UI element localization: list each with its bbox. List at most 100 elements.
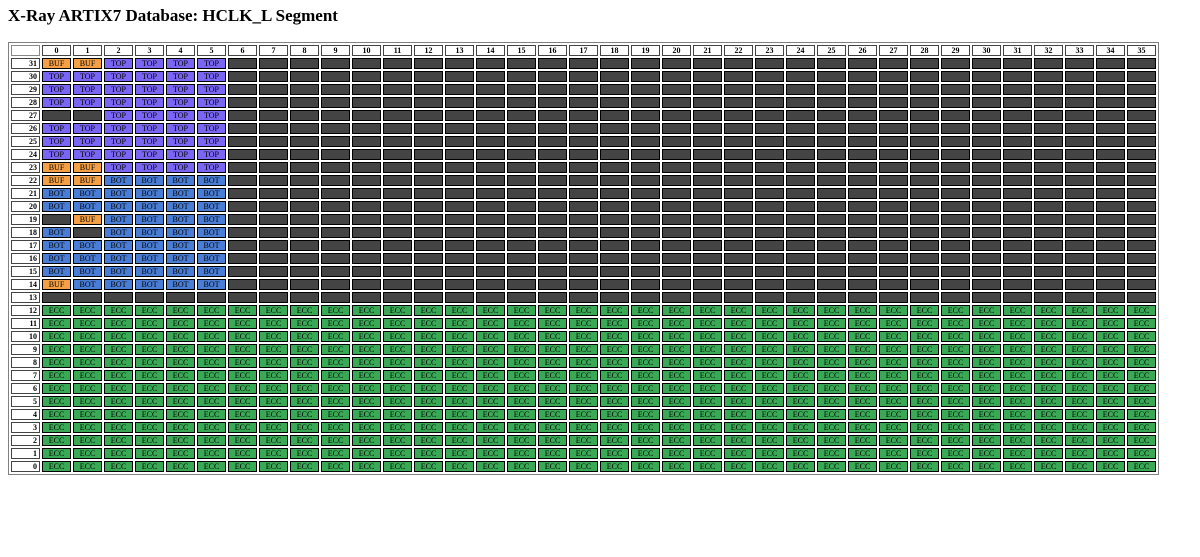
bit-cell-empty[interactable] [693, 201, 722, 212]
bit-cell-ecc[interactable]: ECC [848, 370, 877, 381]
bit-cell-ecc[interactable]: ECC [848, 318, 877, 329]
bit-cell-empty[interactable] [383, 110, 412, 121]
bit-cell-ecc[interactable]: ECC [569, 409, 598, 420]
bit-cell-empty[interactable] [600, 110, 629, 121]
bit-cell-empty[interactable] [352, 71, 381, 82]
bit-cell-ecc[interactable]: ECC [1096, 357, 1125, 368]
bit-cell-ecc[interactable]: ECC [135, 318, 164, 329]
bit-cell-ecc[interactable]: ECC [724, 422, 753, 433]
bit-cell-empty[interactable] [817, 227, 846, 238]
bit-cell-empty[interactable] [1034, 175, 1063, 186]
bit-cell-bot[interactable]: BOT [166, 253, 195, 264]
bit-cell-bot[interactable]: BOT [104, 279, 133, 290]
bit-cell-ecc[interactable]: ECC [73, 331, 102, 342]
bit-cell-ecc[interactable]: ECC [1096, 422, 1125, 433]
bit-cell-top[interactable]: TOP [73, 71, 102, 82]
bit-cell-ecc[interactable]: ECC [104, 435, 133, 446]
bit-cell-empty[interactable] [631, 266, 660, 277]
bit-cell-ecc[interactable]: ECC [600, 409, 629, 420]
bit-cell-empty[interactable] [910, 136, 939, 147]
bit-cell-empty[interactable] [476, 162, 505, 173]
bit-cell-ecc[interactable]: ECC [569, 396, 598, 407]
bit-cell-empty[interactable] [414, 71, 443, 82]
bit-cell-empty[interactable] [972, 110, 1001, 121]
bit-cell-empty[interactable] [910, 84, 939, 95]
bit-cell-empty[interactable] [476, 136, 505, 147]
bit-cell-ecc[interactable]: ECC [197, 383, 226, 394]
bit-cell-empty[interactable] [228, 97, 257, 108]
bit-cell-ecc[interactable]: ECC [910, 409, 939, 420]
bit-cell-empty[interactable] [662, 58, 691, 69]
bit-cell-empty[interactable] [662, 97, 691, 108]
bit-cell-ecc[interactable]: ECC [848, 331, 877, 342]
bit-cell-empty[interactable] [848, 253, 877, 264]
bit-cell-bot[interactable]: BOT [73, 253, 102, 264]
bit-cell-empty[interactable] [786, 162, 815, 173]
bit-cell-ecc[interactable]: ECC [786, 383, 815, 394]
bit-cell-ecc[interactable]: ECC [600, 448, 629, 459]
bit-cell-empty[interactable] [879, 201, 908, 212]
bit-cell-empty[interactable] [848, 188, 877, 199]
bit-cell-ecc[interactable]: ECC [445, 461, 474, 472]
bit-cell-ecc[interactable]: ECC [1034, 305, 1063, 316]
bit-cell-empty[interactable] [1065, 123, 1094, 134]
bit-cell-bot[interactable]: BOT [166, 201, 195, 212]
bit-cell-empty[interactable] [538, 279, 567, 290]
bit-cell-empty[interactable] [693, 123, 722, 134]
bit-cell-empty[interactable] [879, 110, 908, 121]
bit-cell-ecc[interactable]: ECC [817, 396, 846, 407]
bit-cell-ecc[interactable]: ECC [259, 357, 288, 368]
bit-cell-empty[interactable] [383, 240, 412, 251]
bit-cell-empty[interactable] [724, 253, 753, 264]
bit-cell-empty[interactable] [1127, 162, 1156, 173]
bit-cell-ecc[interactable]: ECC [352, 435, 381, 446]
bit-cell-empty[interactable] [445, 214, 474, 225]
bit-cell-ecc[interactable]: ECC [538, 370, 567, 381]
bit-cell-ecc[interactable]: ECC [1034, 461, 1063, 472]
bit-cell-ecc[interactable]: ECC [414, 331, 443, 342]
bit-cell-ecc[interactable]: ECC [817, 461, 846, 472]
bit-cell-empty[interactable] [569, 227, 598, 238]
bit-cell-empty[interactable] [693, 110, 722, 121]
bit-cell-empty[interactable] [1127, 240, 1156, 251]
bit-cell-top[interactable]: TOP [73, 84, 102, 95]
bit-cell-ecc[interactable]: ECC [228, 305, 257, 316]
bit-cell-ecc[interactable]: ECC [166, 305, 195, 316]
bit-cell-bot[interactable]: BOT [197, 240, 226, 251]
bit-cell-empty[interactable] [972, 292, 1001, 303]
bit-cell-empty[interactable] [569, 266, 598, 277]
bit-cell-ecc[interactable]: ECC [73, 305, 102, 316]
bit-cell-empty[interactable] [941, 201, 970, 212]
bit-cell-empty[interactable] [724, 240, 753, 251]
bit-cell-empty[interactable] [972, 227, 1001, 238]
bit-cell-empty[interactable] [1003, 162, 1032, 173]
bit-cell-empty[interactable] [1096, 71, 1125, 82]
bit-cell-empty[interactable] [352, 266, 381, 277]
bit-cell-bot[interactable]: BOT [135, 253, 164, 264]
bit-cell-empty[interactable] [848, 214, 877, 225]
bit-cell-ecc[interactable]: ECC [135, 448, 164, 459]
bit-cell-ecc[interactable]: ECC [600, 331, 629, 342]
bit-cell-empty[interactable] [1065, 292, 1094, 303]
bit-cell-empty[interactable] [631, 214, 660, 225]
bit-cell-empty[interactable] [290, 240, 319, 251]
bit-cell-empty[interactable] [662, 253, 691, 264]
bit-cell-empty[interactable] [538, 175, 567, 186]
bit-cell-empty[interactable] [352, 110, 381, 121]
bit-cell-ecc[interactable]: ECC [1127, 396, 1156, 407]
bit-cell-empty[interactable] [879, 253, 908, 264]
bit-cell-ecc[interactable]: ECC [259, 318, 288, 329]
bit-cell-ecc[interactable]: ECC [352, 305, 381, 316]
bit-cell-empty[interactable] [352, 201, 381, 212]
bit-cell-empty[interactable] [476, 110, 505, 121]
bit-cell-empty[interactable] [321, 175, 350, 186]
bit-cell-empty[interactable] [1127, 227, 1156, 238]
bit-cell-empty[interactable] [910, 266, 939, 277]
bit-cell-ecc[interactable]: ECC [135, 370, 164, 381]
bit-cell-buf[interactable]: BUF [42, 162, 71, 173]
bit-cell-ecc[interactable]: ECC [786, 331, 815, 342]
bit-cell-empty[interactable] [507, 84, 536, 95]
bit-cell-empty[interactable] [1034, 123, 1063, 134]
bit-cell-ecc[interactable]: ECC [321, 383, 350, 394]
bit-cell-buf[interactable]: BUF [73, 175, 102, 186]
